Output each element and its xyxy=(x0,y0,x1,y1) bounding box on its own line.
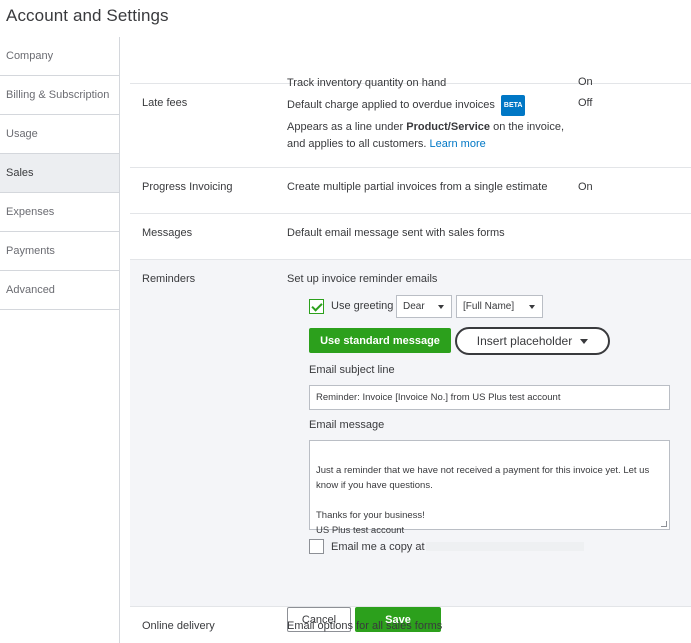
online-delivery-label: Online delivery xyxy=(142,620,215,632)
sales-settings-panel: Track inventory quantity on hand On Late… xyxy=(120,37,691,643)
learn-more-link[interactable]: Learn more xyxy=(429,138,485,150)
insert-placeholder-button[interactable]: Insert placeholder xyxy=(455,327,610,355)
message-label: Email message xyxy=(309,419,385,431)
sidebar-item-label: Payments xyxy=(6,245,55,257)
settings-sidebar: Company Billing & Subscription Usage Sal… xyxy=(0,37,119,310)
sidebar-item-billing[interactable]: Billing & Subscription xyxy=(0,76,119,115)
settings-row-reminders: Reminders Set up invoice reminder emails… xyxy=(130,260,691,632)
progress-invoicing-value: On xyxy=(578,181,593,193)
email-message-textarea[interactable]: Just a reminder that we have not receive… xyxy=(309,440,670,536)
progress-invoicing-description: Create multiple partial invoices from a … xyxy=(287,181,548,193)
messages-label: Messages xyxy=(142,227,193,239)
caret-down-icon xyxy=(580,338,589,344)
sidebar-item-label: Expenses xyxy=(6,206,55,218)
sidebar-item-label: Billing & Subscription xyxy=(6,89,110,101)
greeting-select-value: Dear xyxy=(403,301,425,312)
sidebar-item-sales[interactable]: Sales xyxy=(0,154,119,193)
progress-invoicing-label: Progress Invoicing xyxy=(142,181,233,193)
sidebar-item-label: Sales xyxy=(6,167,34,179)
sidebar-item-label: Usage xyxy=(6,128,38,140)
sidebar-item-usage[interactable]: Usage xyxy=(0,115,119,154)
late-fees-label: Late fees xyxy=(142,97,188,109)
online-delivery-description: Email options for all sales forms xyxy=(287,620,443,632)
email-subject-input[interactable]: Reminder: Invoice [Invoice No.] from US … xyxy=(309,385,670,410)
sidebar-item-expenses[interactable]: Expenses xyxy=(0,193,119,232)
use-greeting-checkbox[interactable] xyxy=(309,299,324,314)
sidebar-item-label: Company xyxy=(6,50,54,62)
late-fees-note-bold: Product/Service xyxy=(406,121,491,133)
late-fees-description-line: Default charge applied to overdue invoic… xyxy=(287,95,526,116)
chevron-down-icon xyxy=(529,305,535,309)
sidebar-item-payments[interactable]: Payments xyxy=(0,232,119,271)
settings-row-late-fees[interactable]: Late fees Default charge applied to over… xyxy=(130,84,691,168)
sidebar-item-advanced[interactable]: Advanced xyxy=(0,271,119,310)
reminders-label: Reminders xyxy=(142,273,196,285)
email-copy-label: Email me a copy at xyxy=(331,541,425,553)
messages-description: Default email message sent with sales fo… xyxy=(287,227,505,239)
sidebar-item-label: Advanced xyxy=(6,284,55,296)
late-fees-note-prefix: Appears as a line under xyxy=(287,121,407,133)
use-standard-message-button[interactable]: Use standard message xyxy=(309,328,451,353)
use-greeting-label: Use greeting xyxy=(331,300,394,312)
redacted-email xyxy=(425,542,584,551)
sidebar-item-company[interactable]: Company xyxy=(0,37,119,76)
late-fees-note-line2: and applies to all customers. xyxy=(287,138,430,150)
email-copy-checkbox[interactable] xyxy=(309,539,324,554)
late-fees-note: Appears as a line under Product/Service … xyxy=(287,119,564,153)
settings-row-progress-invoicing[interactable]: Progress Invoicing Create multiple parti… xyxy=(130,168,691,214)
subject-label: Email subject line xyxy=(309,364,395,376)
reminders-description: Set up invoice reminder emails xyxy=(287,273,438,285)
settings-row-online-delivery[interactable]: Online delivery Email options for all sa… xyxy=(130,607,691,643)
name-select[interactable]: [Full Name] xyxy=(456,295,543,318)
chevron-down-icon xyxy=(438,305,444,309)
settings-row-messages[interactable]: Messages Default email message sent with… xyxy=(130,214,691,260)
late-fees-description: Default charge applied to overdue invoic… xyxy=(287,99,495,111)
resize-grip-icon[interactable] xyxy=(661,521,667,527)
settings-row-inventory[interactable]: Track inventory quantity on hand On xyxy=(130,0,691,89)
email-message-text: Just a reminder that we have not receive… xyxy=(316,465,650,536)
insert-placeholder-label: Insert placeholder xyxy=(476,334,573,348)
name-select-value: [Full Name] xyxy=(463,301,515,312)
late-fees-value: Off xyxy=(578,97,593,109)
email-copy-label-line: Email me a copy at xyxy=(331,541,584,553)
greeting-select[interactable]: Dear xyxy=(396,295,452,318)
beta-badge: BETA xyxy=(500,95,526,116)
late-fees-note-suffix: on the invoice, xyxy=(490,121,565,133)
